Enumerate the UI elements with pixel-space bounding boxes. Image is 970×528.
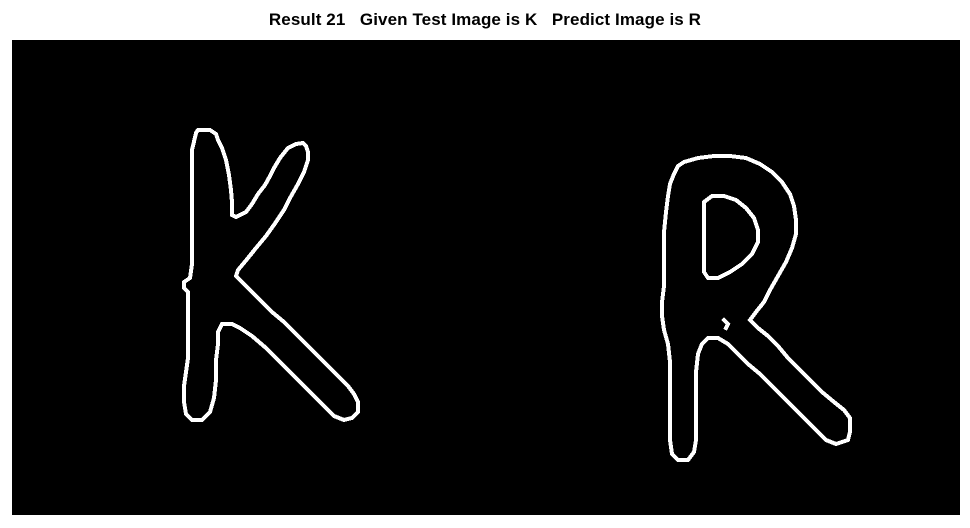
figure-title: Result 21 Given Test Image is K Predict … (268, 10, 702, 29)
image-background (12, 40, 960, 515)
binary-edge-image (12, 40, 960, 515)
image-axes (12, 40, 960, 515)
result-figure: Result 21 Given Test Image is K Predict … (0, 0, 970, 528)
